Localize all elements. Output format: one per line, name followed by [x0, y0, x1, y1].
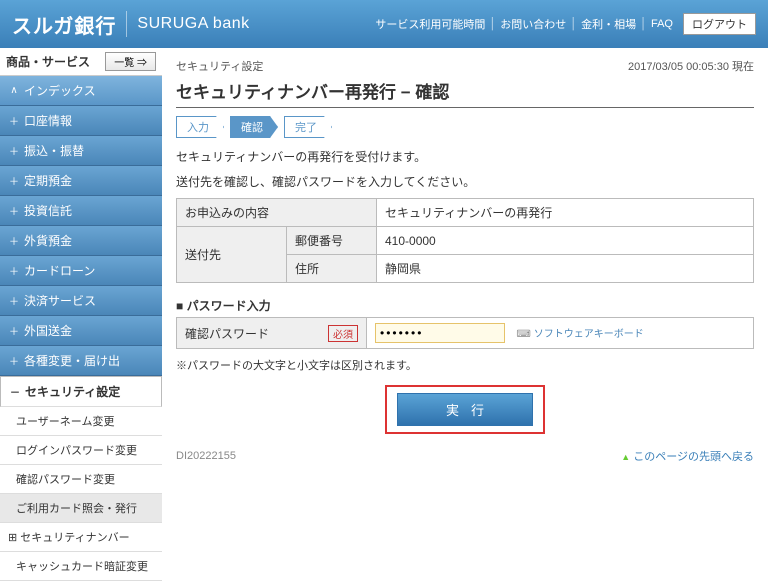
cell-zip-value: 410-0000 — [377, 227, 754, 255]
link-service-hours[interactable]: サービス利用可能時間 — [375, 16, 485, 32]
password-table: 確認パスワード 必須 ソフトウェアキーボード — [176, 317, 754, 349]
step-input: 入力 — [176, 116, 224, 138]
sidebar-item-cardloan[interactable]: ＋カードローン — [0, 256, 162, 286]
password-input-cell: ソフトウェアキーボード — [367, 318, 754, 349]
cell-addr-value: 静岡県 — [377, 255, 754, 283]
confirm-password-input[interactable] — [375, 323, 505, 343]
sidebar-item-payment[interactable]: ＋決済サービス — [0, 286, 162, 316]
link-faq[interactable]: FAQ — [651, 18, 673, 30]
sidebar-item-forex[interactable]: ＋外貨預金 — [0, 226, 162, 256]
logout-button[interactable]: ログアウト — [683, 13, 756, 35]
main-content: セキュリティ設定 2017/03/05 00:05:30 現在 セキュリティナン… — [162, 48, 768, 581]
confirm-table: お申込みの内容 セキュリティナンバーの再発行 送付先 郵便番号 410-0000… — [176, 198, 754, 283]
screen-id: DI20222155 — [176, 450, 236, 462]
required-badge: 必須 — [328, 325, 358, 342]
execute-button[interactable]: 実行 — [397, 393, 533, 426]
step-done: 完了 — [284, 116, 332, 138]
software-keyboard-link[interactable]: ソフトウェアキーボード — [516, 329, 643, 340]
sidebar-item-security[interactable]: －セキュリティ設定 — [0, 376, 162, 407]
sidebar-item-intl[interactable]: ＋外国送金 — [0, 316, 162, 346]
sidebar-item-changes[interactable]: ＋各種変更・届け出 — [0, 346, 162, 376]
password-label: 確認パスワード — [185, 327, 269, 341]
header-links: サービス利用可能時間│ お問い合わせ│ 金利・相場│ FAQ ログアウト — [375, 13, 756, 35]
cell-apply-value: セキュリティナンバーの再発行 — [377, 199, 754, 227]
password-note: ※パスワードの大文字と小文字は区別されます。 — [176, 357, 754, 373]
subitem-confirmpw[interactable]: 確認パスワード変更 — [0, 465, 162, 494]
execute-highlight: 実行 — [385, 385, 545, 434]
cell-addr-head: 住所 — [287, 255, 377, 283]
message-2: 送付先を確認し、確認パスワードを入力してください。 — [176, 173, 754, 190]
logo-en: SURUGA bank — [137, 15, 249, 33]
cell-dest-head: 送付先 — [177, 227, 287, 283]
logo-jp: スルガ銀行 — [12, 10, 116, 39]
subitem-loginpw[interactable]: ログインパスワード変更 — [0, 436, 162, 465]
message-1: セキュリティナンバーの再発行を受付けます。 — [176, 148, 754, 165]
sidebar: 商品・サービス 一覧 ⇒ ∧インデックス ＋口座情報 ＋振込・振替 ＋定期預金 … — [0, 48, 162, 581]
password-section-head: ■ パスワード入力 — [176, 297, 754, 314]
sidebar-head: 商品・サービス 一覧 ⇒ — [0, 48, 162, 76]
step-indicator: 入力 確認 完了 — [176, 116, 754, 138]
cell-zip-head: 郵便番号 — [287, 227, 377, 255]
sidebar-title: 商品・サービス — [6, 53, 90, 70]
sidebar-item-invest[interactable]: ＋投資信託 — [0, 196, 162, 226]
sidebar-item-transfer[interactable]: ＋振込・振替 — [0, 136, 162, 166]
back-to-top-link[interactable]: このページの先頭へ戻る — [621, 448, 754, 464]
ichiran-button[interactable]: 一覧 ⇒ — [105, 52, 156, 71]
subitem-cashcard-pin[interactable]: キャッシュカード暗証変更 — [0, 552, 162, 581]
sidebar-item-account[interactable]: ＋口座情報 — [0, 106, 162, 136]
breadcrumb: セキュリティ設定 — [176, 61, 263, 73]
logo-divider — [126, 11, 127, 37]
cell-apply-head: お申込みの内容 — [177, 199, 377, 227]
subitem-username[interactable]: ユーザーネーム変更 — [0, 407, 162, 436]
execute-wrap: 実行 — [176, 385, 754, 434]
sidebar-item-index[interactable]: ∧インデックス — [0, 76, 162, 106]
sidebar-item-deposit[interactable]: ＋定期預金 — [0, 166, 162, 196]
subitem-card-issue[interactable]: ご利用カード照会・発行 — [0, 494, 162, 523]
link-contact[interactable]: お問い合わせ — [500, 16, 566, 32]
step-confirm: 確認 — [230, 116, 278, 138]
subitem-security-number[interactable]: ⊞ セキュリティナンバー — [0, 523, 162, 552]
page-title: セキュリティナンバー再発行 − 確認 — [176, 78, 754, 108]
global-header: スルガ銀行 SURUGA bank サービス利用可能時間│ お問い合わせ│ 金利… — [0, 0, 768, 48]
link-rates[interactable]: 金利・相場 — [581, 16, 636, 32]
password-label-cell: 確認パスワード 必須 — [177, 318, 367, 349]
timestamp: 2017/03/05 00:05:30 現在 — [628, 58, 754, 74]
